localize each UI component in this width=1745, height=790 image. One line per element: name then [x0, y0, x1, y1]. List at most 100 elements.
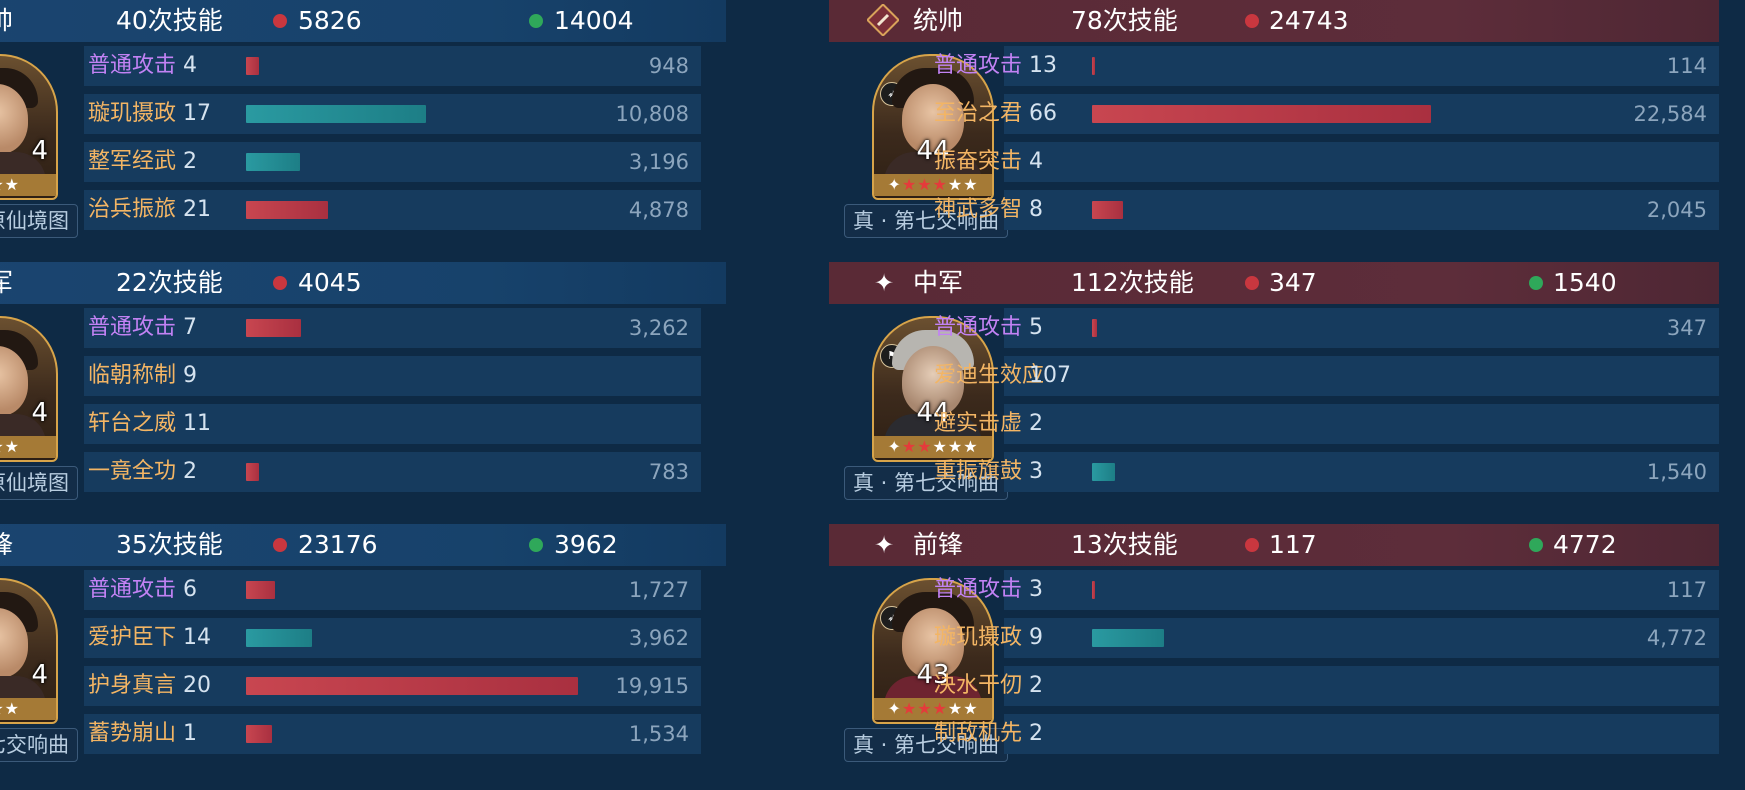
- skill-trigger-count: 21: [183, 197, 211, 222]
- row-background: [84, 46, 701, 86]
- row-background: [84, 618, 701, 658]
- sword-badge-icon: [866, 3, 900, 37]
- skill-value: 2,045: [1646, 198, 1707, 222]
- skill-name: 普通攻击: [88, 577, 177, 602]
- damage-total: 23176: [298, 530, 378, 559]
- damage-dot-icon: [1245, 276, 1259, 290]
- damage-bar: [246, 725, 272, 743]
- damage-bar: [246, 677, 578, 695]
- skill-value: 19,915: [615, 674, 689, 698]
- group-header: 统帅 78次技能 24743: [829, 0, 1719, 42]
- row-background: [1004, 46, 1719, 86]
- skill-value: 4,878: [628, 198, 689, 222]
- heal-bar: [1092, 629, 1164, 647]
- skill-value: 948: [648, 54, 689, 78]
- damage-bar: [246, 319, 301, 337]
- group-header: 锋 35次技能 23176 3962: [0, 524, 726, 566]
- row-background: [84, 308, 701, 348]
- damage-dot-icon: [273, 276, 287, 290]
- damage-dot-icon: [273, 14, 287, 28]
- skill-trigger-count: 8: [1029, 197, 1043, 222]
- group-header: ✦ 中军 112次技能 347 1540: [829, 262, 1719, 304]
- role-label: 统帅: [913, 6, 964, 35]
- skill-name: 普通攻击: [934, 577, 1023, 602]
- role-label: 中军: [913, 268, 964, 297]
- skill-trigger-count: 3: [1029, 577, 1043, 602]
- skill-value: 783: [648, 460, 689, 484]
- skill-name: 蓄势崩山: [88, 721, 177, 746]
- skill-name: 临朝称制: [88, 363, 177, 388]
- skill-count: 13次技能: [1071, 530, 1178, 559]
- role-label: 军: [0, 268, 14, 297]
- row-background: [84, 452, 701, 492]
- skill-value: 1,534: [628, 722, 689, 746]
- skill-trigger-count: 3: [1029, 459, 1043, 484]
- heal-bar: [246, 629, 312, 647]
- skill-trigger-count: 7: [183, 315, 197, 340]
- skill-name: 普通攻击: [88, 53, 177, 78]
- left-team-panel: 帅 40次技能 5826 14004 4 ★★★ 原仙境图 普通攻击4948璇玑…: [0, 0, 726, 790]
- skill-row: 普通攻击 3 117: [829, 566, 1719, 614]
- heal-dot-icon: [529, 14, 543, 28]
- damage-bar: [1092, 105, 1431, 123]
- skill-row: 爱护臣下 14 3,962: [0, 614, 726, 662]
- skill-row: 护身真言 20 19,915: [0, 662, 726, 710]
- row-background: [1004, 308, 1719, 348]
- skill-row: 一竟全功 2 783: [0, 448, 726, 496]
- skill-trigger-count: 2: [1029, 411, 1043, 436]
- skill-name: 决水干仞: [934, 673, 1023, 698]
- damage-dot-icon: [1245, 14, 1259, 28]
- damage-bar: [246, 57, 259, 75]
- skill-trigger-count: 17: [183, 101, 211, 126]
- skill-row: 普通攻击 13 114: [829, 42, 1719, 90]
- skill-trigger-count: 4: [1029, 149, 1043, 174]
- row-background: [1004, 666, 1719, 706]
- role-label: 前锋: [913, 530, 964, 559]
- role-label: 锋: [0, 530, 14, 559]
- skill-trigger-count: 5: [1029, 315, 1043, 340]
- damage-total: 24743: [1269, 6, 1349, 35]
- skill-value: 4,772: [1646, 626, 1707, 650]
- skill-row: 璇玑摄政 17 10,808: [0, 90, 726, 138]
- damage-total: 347: [1269, 268, 1317, 297]
- skill-value: 1,540: [1646, 460, 1707, 484]
- heal-total: 14004: [554, 6, 634, 35]
- row-background: [1004, 404, 1719, 444]
- skill-count: 112次技能: [1071, 268, 1194, 297]
- heal-total: 3962: [554, 530, 618, 559]
- skill-name: 振奋突击: [934, 149, 1023, 174]
- skill-name: 普通攻击: [934, 315, 1023, 340]
- skill-value: 117: [1666, 578, 1707, 602]
- heal-dot-icon: [529, 538, 543, 552]
- damage-bar: [1092, 57, 1095, 75]
- skill-value: 347: [1666, 316, 1707, 340]
- damage-bar: [1092, 201, 1123, 219]
- skill-name: 神武多智: [934, 197, 1023, 222]
- group-vanguard-right: ✦ 前锋 13次技能 117 4772 ➶ 43 ✦★★★★★ 真 · 第七交响…: [829, 524, 1719, 786]
- skill-name: 爱护臣下: [88, 625, 177, 650]
- skill-row: 普通攻击 6 1,727: [0, 566, 726, 614]
- skill-name: 轩台之威: [88, 411, 177, 436]
- skill-name: 治兵振旅: [88, 197, 177, 222]
- group-middle-right: ✦ 中军 112次技能 347 1540 ⚑ 44 ✦★★★★★ 真 · 第七交…: [829, 262, 1719, 524]
- heal-bar: [246, 105, 426, 123]
- skill-row: 普通攻击 7 3,262: [0, 304, 726, 352]
- skill-row: 普通攻击 4 948: [0, 42, 726, 90]
- skill-name: 一竟全功: [88, 459, 177, 484]
- skill-trigger-count: 20: [183, 673, 211, 698]
- skill-row: 璇玑摄政 9 4,772: [829, 614, 1719, 662]
- damage-bar: [1092, 581, 1095, 599]
- damage-bar: [246, 201, 328, 219]
- four-point-star-icon: ✦: [873, 531, 895, 559]
- group-header: 军 22次技能 4045: [0, 262, 726, 304]
- row-background: [84, 570, 701, 610]
- right-team-panel: 统帅 78次技能 24743 ➶ 44 ✦★★★★★ 真 · 第七交响曲 普通攻…: [829, 0, 1719, 790]
- skill-row: 决水干仞 2: [829, 662, 1719, 710]
- skill-trigger-count: 6: [183, 577, 197, 602]
- skill-row: 治兵振旅 21 4,878: [0, 186, 726, 234]
- skill-trigger-count: 1: [183, 721, 197, 746]
- group-middle-left: 军 22次技能 4045 4 ★★★ 原仙境图 普通攻击73,262临朝称制9轩…: [0, 262, 726, 524]
- skill-name: 整军经武: [88, 149, 177, 174]
- skill-name: 璇玑摄政: [934, 625, 1023, 650]
- damage-total: 117: [1269, 530, 1317, 559]
